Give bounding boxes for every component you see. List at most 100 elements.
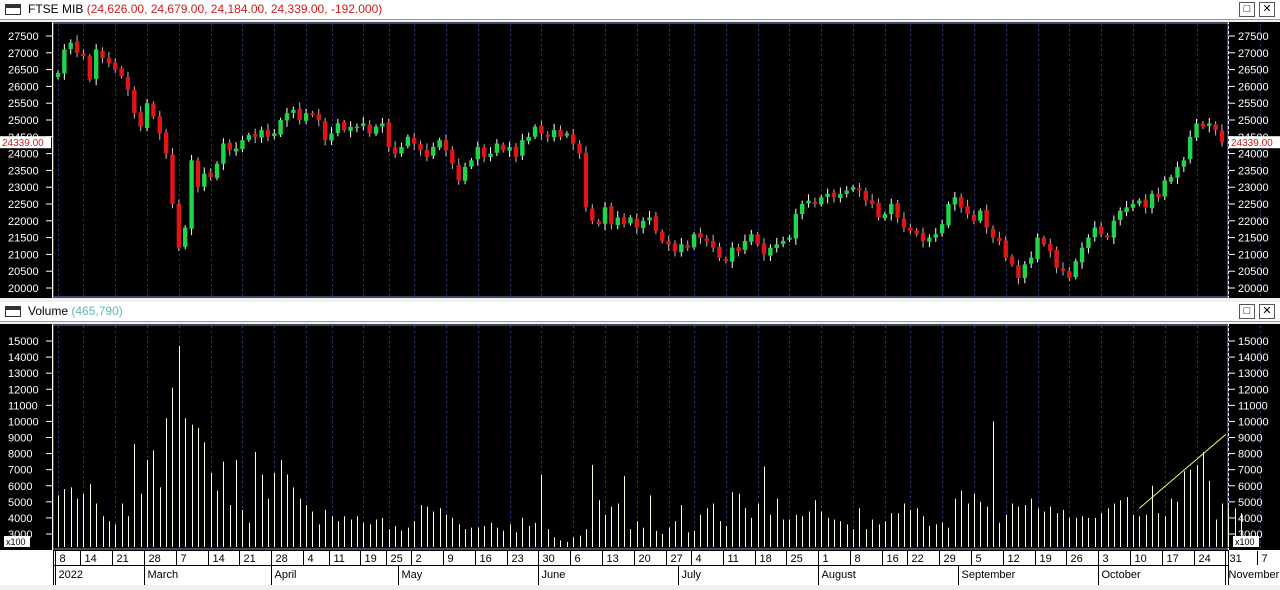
volume-chart-panel[interactable]: 3000 3000 4000 4000 5000 5000 6000 6000 7000 7000… — [0, 324, 1280, 550]
price-y-tick-label: 23000 — [1238, 182, 1269, 194]
day-tick-label: 14 — [213, 553, 225, 565]
last-price-label-right: 24339.00 — [1231, 138, 1273, 149]
close-button[interactable]: ✕ — [1259, 2, 1275, 17]
price-candle — [462, 167, 468, 181]
day-tick-label: 13 — [607, 553, 619, 565]
price-candle — [1143, 199, 1148, 208]
price-candle — [780, 240, 786, 244]
month-label: October — [1102, 569, 1141, 581]
month-label: March — [148, 569, 179, 581]
price-candle — [653, 216, 659, 231]
volume-y-tick-label: 10000 — [1238, 416, 1269, 428]
day-tick-label: 7 — [1262, 553, 1268, 565]
price-candle — [952, 197, 958, 205]
price-candle — [1219, 130, 1225, 143]
day-tick-label: 25 — [791, 553, 803, 565]
price-y-tick-label: 21000 — [1238, 249, 1269, 261]
day-tick-label: 11 — [334, 553, 345, 565]
price-candle — [310, 113, 315, 115]
price-candle — [1054, 249, 1059, 268]
price-candle — [272, 133, 277, 136]
volume-y-tick-label: 12000 — [1238, 384, 1269, 396]
day-tick-label: 3 — [1103, 553, 1109, 565]
day-tick-label: 10 — [1135, 553, 1147, 565]
price-candle — [869, 200, 875, 204]
day-tick-label: 19 — [1040, 553, 1052, 565]
volume-y-tick-label: 14000 — [8, 352, 39, 364]
price-candle — [507, 146, 512, 151]
price-y-tick-label: 25500 — [1238, 98, 1269, 110]
price-candle — [863, 190, 869, 201]
volume-y-tick-label: 13000 — [8, 368, 39, 380]
volume-y-tick-label: 14000 — [1238, 352, 1269, 364]
ohlc-readout: (24,626.00, 24,679.00, 24,184.00, 24,339… — [86, 2, 383, 16]
day-tick-label: 16 — [887, 553, 899, 565]
day-tick-label: 22 — [912, 553, 924, 565]
price-candle — [303, 113, 309, 121]
price-candle — [100, 50, 105, 58]
price-candle — [1111, 220, 1117, 238]
day-tick-label: 14 — [85, 553, 97, 565]
volume-y-tick-label: 10000 — [8, 416, 39, 428]
price-candle — [596, 221, 601, 225]
price-candle — [456, 164, 461, 181]
price-candle — [151, 103, 156, 117]
window-icon — [5, 4, 21, 15]
price-candle — [93, 49, 99, 79]
month-label: August — [822, 569, 856, 581]
price-candle — [768, 247, 773, 256]
month-label: April — [275, 569, 297, 581]
price-y-tick-label: 25000 — [1238, 115, 1269, 127]
price-candle — [297, 108, 302, 120]
price-candle — [1067, 271, 1072, 278]
price-candle — [571, 134, 576, 144]
price-chart-panel[interactable]: 20000 20000 20500 20500 21000 21000 21500 21500… — [0, 22, 1280, 298]
maximize-button[interactable]: □ — [1239, 2, 1255, 17]
price-candle — [755, 234, 760, 245]
volume-y-tick-label: 5000 — [8, 497, 32, 509]
price-candle — [125, 77, 131, 90]
price-candle — [1060, 268, 1066, 272]
price-candle — [946, 204, 951, 226]
month-label: 2022 — [59, 569, 83, 581]
price-candle — [590, 208, 595, 221]
day-tick-label: 8 — [855, 553, 861, 565]
price-candle — [564, 133, 570, 136]
price-y-tick-label: 27000 — [1238, 48, 1269, 60]
window-icon — [5, 306, 21, 317]
price-candle — [475, 146, 481, 160]
price-plot-border — [52, 22, 1229, 298]
volume-y-tick-label: 9000 — [1238, 433, 1262, 445]
price-candle — [170, 154, 175, 204]
price-candle — [1105, 235, 1110, 238]
volume-panel-titlebar: Volume (465,790) □ ✕ — [0, 302, 1280, 322]
price-candle — [373, 126, 379, 134]
price-candle — [1130, 204, 1136, 208]
price-y-tick-label: 23500 — [1238, 165, 1269, 177]
price-candle — [386, 122, 391, 147]
day-tick-label: 21 — [244, 553, 256, 565]
day-tick-label: 11 — [728, 553, 739, 565]
price-candle — [621, 217, 627, 225]
price-candle — [857, 188, 862, 191]
maximize-button[interactable]: □ — [1239, 304, 1255, 319]
price-y-tick-label: 21500 — [8, 233, 39, 245]
price-candle — [1073, 261, 1078, 278]
price-candle — [844, 190, 849, 194]
price-candle — [1175, 167, 1180, 178]
close-button[interactable]: ✕ — [1259, 304, 1275, 319]
price-candle — [647, 217, 652, 221]
price-candle — [208, 172, 213, 178]
price-candle — [577, 143, 582, 154]
price-candle — [411, 138, 417, 144]
month-label: September — [962, 569, 1016, 581]
price-candle — [889, 204, 894, 215]
price-y-tick-label: 22000 — [8, 216, 39, 228]
day-tick-label: 28 — [149, 553, 161, 565]
price-candle — [602, 207, 608, 224]
price-candle — [361, 123, 366, 126]
price-candle — [749, 234, 754, 242]
price-candle — [1118, 210, 1123, 220]
price-candle — [742, 240, 748, 250]
price-candle — [558, 129, 563, 137]
